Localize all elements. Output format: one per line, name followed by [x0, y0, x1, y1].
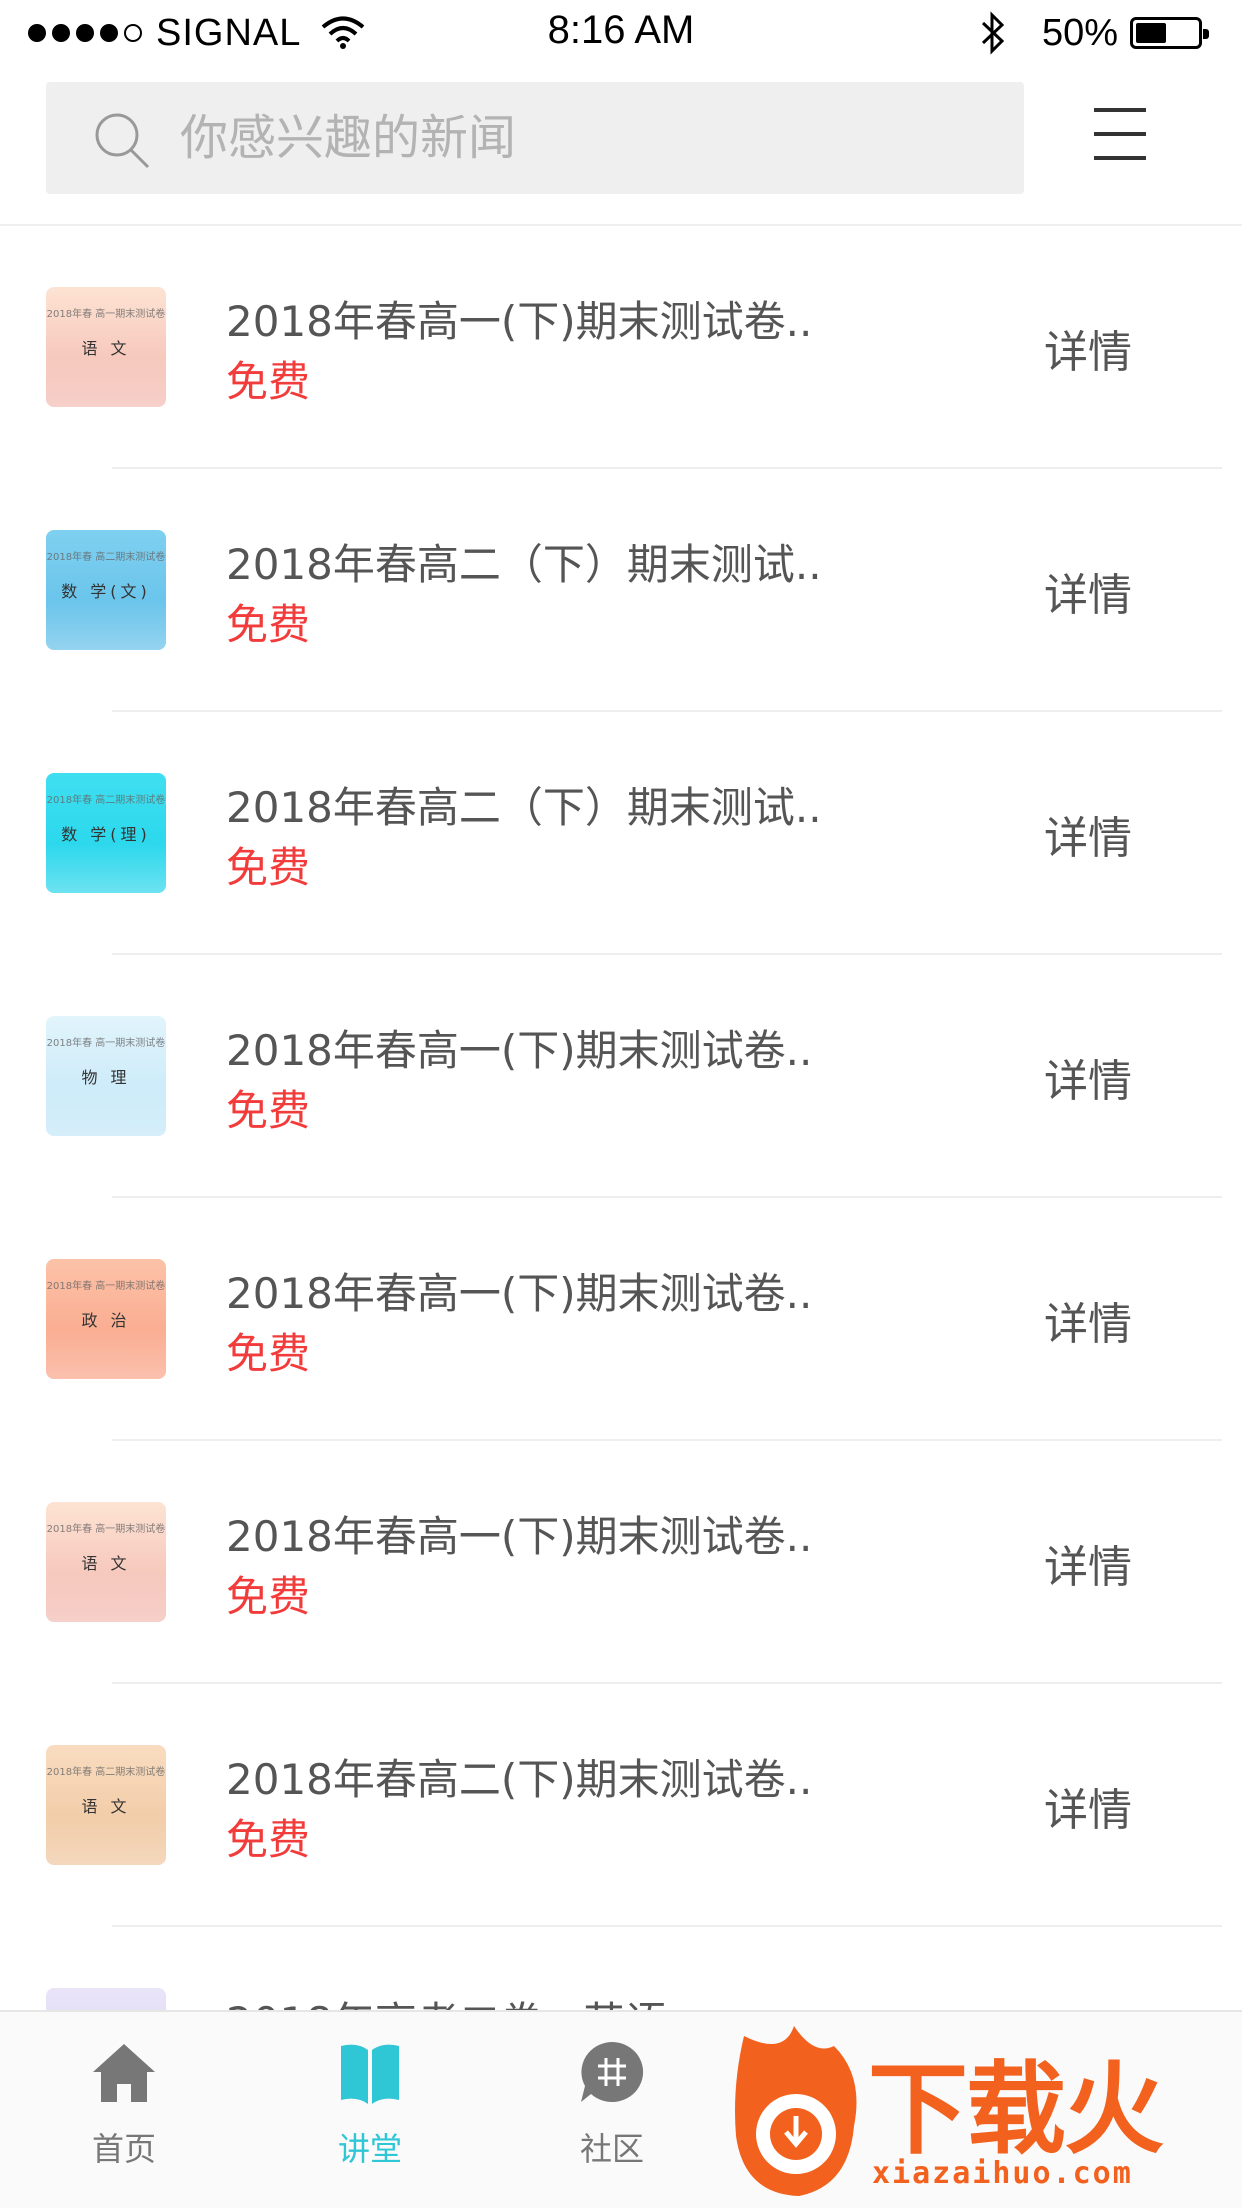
thumbnail-decoration [46, 1086, 166, 1136]
tab-home-label: 首页 [91, 2130, 156, 2168]
thumbnail-caption: 2018年春 高二期末测试卷 [46, 1767, 166, 1778]
thumbnail-subject: 语 文 [81, 1554, 131, 1573]
resource-thumbnail: 2018年春 高二期末测试卷数 学(理) [46, 773, 166, 893]
tab-lecture-label: 讲堂 [337, 2130, 402, 2168]
thumbnail-decoration [46, 1329, 166, 1379]
price-label: 免费 [226, 357, 311, 406]
list-item[interactable]: 2018年春 高一期末测试卷政 治 2018年春高一(下)期末测试卷.. 免费 详情 [0, 1198, 1242, 1441]
watermark-url: xiazaihuo.com [872, 2156, 1133, 2191]
tab-community[interactable]: 社区 [532, 2038, 692, 2198]
search-icon [95, 113, 150, 169]
thumbnail-subject: 数 学(文) [61, 582, 151, 601]
detail-button[interactable]: 详情 [1044, 1531, 1132, 1595]
thumbnail-caption: 2018年春 高二期末测试卷 [46, 552, 166, 563]
thumbnail-caption: 2018年春 高一期末测试卷 [46, 1524, 166, 1535]
menu-icon[interactable] [1094, 108, 1146, 164]
price-label: 免费 [226, 1572, 311, 1621]
resource-title[interactable]: 2018年春高二（下）期末测试.. [226, 774, 822, 835]
list-item[interactable]: 2018年春 高一期末测试卷物 理 2018年春高一(下)期末测试卷.. 免费 详情 [0, 955, 1242, 1198]
list-item[interactable]: 2018年春 高二期末测试卷数 学(理) 2018年春高二（下）期末测试.. 免费 详… [0, 712, 1242, 955]
thumbnail-decoration [46, 357, 166, 407]
resource-title[interactable]: 2018年春高二(下)期末测试卷.. [226, 1746, 812, 1807]
resource-title[interactable]: 2018年春高一(下)期末测试卷.. [226, 1503, 812, 1564]
search-input[interactable]: 你感兴趣的新闻 [46, 82, 1024, 194]
resource-title[interactable]: 2018年春高一(下)期末测试卷.. [226, 288, 812, 349]
resource-title[interactable]: 2018年春高二（下）期末测试.. [226, 531, 822, 592]
detail-button[interactable]: 详情 [1044, 559, 1132, 623]
list-item[interactable]: 2018年春 高一期末测试卷语 文 2018年春高一(下)期末测试卷.. 免费 详情 [0, 226, 1242, 469]
list-item[interactable]: 2018年春 高二期末测试卷语 文 2018年春高二(下)期末测试卷.. 免费 详情 [0, 1684, 1242, 1927]
book-icon [341, 2044, 399, 2104]
thumbnail-caption: 2018年春 高一期末测试卷 [46, 309, 166, 320]
resource-title[interactable]: 2018年春高一(下)期末测试卷.. [226, 1017, 812, 1078]
resource-title[interactable]: 2018年春高一(下)期末测试卷.. [226, 1260, 812, 1321]
resource-thumbnail: 2018年春 高一期末测试卷语 文 [46, 1502, 166, 1622]
price-label: 免费 [226, 843, 311, 892]
chat-hash-icon [581, 2041, 644, 2102]
battery-percent: 50% [1041, 11, 1118, 54]
search-placeholder: 你感兴趣的新闻 [180, 110, 517, 166]
thumbnail-caption: 2018年春 高二期末测试卷 [46, 795, 166, 806]
thumbnail-subject: 政 治 [81, 1311, 131, 1330]
bluetooth-icon [981, 11, 1005, 55]
thumbnail-caption: 2018年春 高一期末测试卷 [46, 1281, 166, 1292]
list-item[interactable]: 2018年春 高一期末测试卷语 文 2018年春高一(下)期末测试卷.. 免费 详情 [0, 1441, 1242, 1684]
detail-button[interactable]: 详情 [1044, 802, 1132, 866]
thumbnail-subject: 数 学(理) [61, 825, 151, 844]
resource-thumbnail: 2018年春 高一期末测试卷政 治 [46, 1259, 166, 1379]
resource-thumbnail: 2018年春 高二期末测试卷数 学(文) [46, 530, 166, 650]
resource-thumbnail: 2018年春 高一期末测试卷物 理 [46, 1016, 166, 1136]
price-label: 免费 [226, 1815, 311, 1864]
status-right: 50% [980, 8, 1209, 58]
thumbnail-subject: 物 理 [81, 1068, 131, 1087]
home-icon [93, 2044, 155, 2102]
detail-button[interactable]: 详情 [1044, 1045, 1132, 1109]
thumbnail-subject: 语 文 [81, 339, 131, 358]
tab-home[interactable]: 首页 [44, 2038, 204, 2198]
price-label: 免费 [226, 600, 311, 649]
thumbnail-decoration [46, 1815, 166, 1865]
list-item[interactable]: 2018年春 高二期末测试卷数 学(文) 2018年春高二（下）期末测试.. 免费 详… [0, 469, 1242, 712]
thumbnail-caption: 2018年春 高一期末测试卷 [46, 1038, 166, 1049]
watermark-logo: 下载火 xiazaihuo.com [724, 2016, 1242, 2208]
thumbnail-decoration [46, 1572, 166, 1622]
price-label: 免费 [226, 1086, 311, 1135]
thumbnail-decoration [46, 600, 166, 650]
resource-thumbnail: 2018年春 高二期末测试卷语 文 [46, 1745, 166, 1865]
tab-community-label: 社区 [579, 2130, 644, 2168]
flame-logo-icon [735, 2026, 857, 2196]
resource-list: 2018年春 高一期末测试卷语 文 2018年春高一(下)期末测试卷.. 免费 详情 2… [0, 226, 1242, 2170]
watermark-text: 下载火 [868, 2051, 1164, 2168]
detail-button[interactable]: 详情 [1044, 1774, 1132, 1838]
detail-button[interactable]: 详情 [1044, 316, 1132, 380]
detail-button[interactable]: 详情 [1044, 1288, 1132, 1352]
resource-thumbnail: 2018年春 高一期末测试卷语 文 [46, 287, 166, 407]
tab-lecture[interactable]: 讲堂 [290, 2038, 450, 2198]
thumbnail-decoration [46, 843, 166, 893]
thumbnail-subject: 语 文 [81, 1797, 131, 1816]
status-bar: SIGNAL 8:16 AM 50% [0, 0, 1242, 66]
battery-icon [1130, 17, 1209, 49]
price-label: 免费 [226, 1329, 311, 1378]
